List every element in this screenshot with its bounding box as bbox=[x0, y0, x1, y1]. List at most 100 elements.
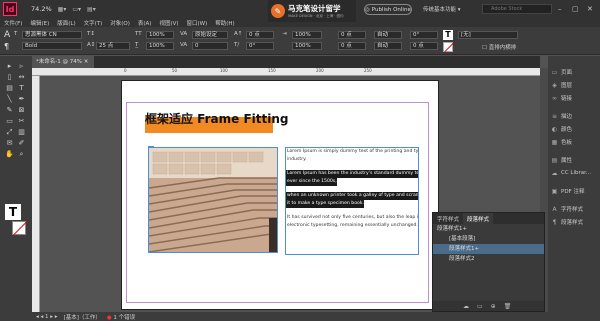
gap-tool-icon[interactable]: ↔ bbox=[17, 73, 26, 82]
text-line: when an unknown printer took a galley of… bbox=[286, 192, 418, 200]
close-icon[interactable]: ✕ bbox=[587, 5, 593, 13]
text-line: Lorem Ipsum is simply dummy text of the … bbox=[287, 149, 418, 154]
note-icon[interactable]: ✉ bbox=[5, 139, 14, 148]
style-row[interactable]: 段落样式2 bbox=[433, 254, 544, 264]
indent-field[interactable]: 100% bbox=[292, 31, 322, 39]
panel-item-pages[interactable]: ▭ 页面 bbox=[548, 66, 600, 78]
line-tool-icon[interactable]: ╲ bbox=[5, 95, 14, 104]
skew-field[interactable]: 0° bbox=[246, 42, 274, 50]
panel-item-label: 段落样式 bbox=[561, 220, 584, 226]
new-style-icon[interactable]: ⊕ bbox=[491, 303, 496, 310]
menu-item[interactable]: 版面(L) bbox=[57, 19, 75, 27]
menu-item[interactable]: 窗口(W) bbox=[187, 19, 208, 27]
delete-icon[interactable]: 🗑 bbox=[504, 303, 512, 310]
panel-item-stroke[interactable]: ≡ 描边 bbox=[548, 110, 600, 122]
frame-handle[interactable] bbox=[148, 146, 154, 148]
maximize-icon[interactable]: ▢ bbox=[572, 5, 579, 13]
content-collector-icon[interactable]: ▤ bbox=[5, 84, 14, 93]
vertical-scale-field[interactable]: 100% bbox=[146, 31, 174, 39]
style-row[interactable]: 段落样式1+ bbox=[433, 244, 544, 254]
leading-field[interactable]: 25 点 bbox=[96, 42, 130, 50]
horizontal-scale-field[interactable]: 100% bbox=[146, 42, 174, 50]
headline-text[interactable]: 框架适应 Frame Fitting bbox=[145, 110, 288, 127]
tracking-field[interactable]: 0 bbox=[192, 42, 228, 50]
tools-panel: ▸ ▹ ▯ ↔ ▤ T ╲ ✒ ✎ ⊠ ▭ ✂ ⤢ ▥ ✉ ✐ ✋ ⌕ T bbox=[0, 56, 32, 321]
para-styles-icon: ¶ bbox=[552, 218, 557, 226]
font-family-field[interactable]: 思源黑体 CN bbox=[22, 31, 82, 39]
screen-mode-icon[interactable]: ▭▾ bbox=[72, 6, 81, 13]
stroke-swatch-icon[interactable] bbox=[12, 221, 27, 236]
error-indicator[interactable]: ● 1 个错误 bbox=[107, 313, 135, 321]
style-row[interactable]: [基本段落] bbox=[433, 234, 544, 244]
minimize-icon[interactable]: – bbox=[558, 5, 562, 13]
panel-item-swatches[interactable]: ▦ 色板 bbox=[548, 136, 600, 148]
page-tool-icon[interactable]: ▯ bbox=[5, 73, 14, 82]
direct-select-icon[interactable]: ▹ bbox=[17, 62, 26, 71]
panel-item-label: 链接 bbox=[561, 96, 573, 102]
font-style-field[interactable]: Bold bbox=[22, 42, 82, 50]
zoom-level[interactable]: 74.2% bbox=[31, 5, 52, 13]
publish-online-button[interactable]: ◎ Publish Online bbox=[364, 4, 412, 15]
menu-item[interactable]: 文字(T) bbox=[84, 19, 103, 27]
menu-item[interactable]: 视图(V) bbox=[159, 19, 178, 27]
menu-item[interactable]: 编辑(E) bbox=[30, 19, 49, 27]
panel-item-attributes[interactable]: ▤ 属性 bbox=[548, 154, 600, 166]
panel-item-label: 描边 bbox=[561, 114, 573, 120]
rect-frame-icon[interactable]: ⊠ bbox=[17, 106, 26, 115]
menu-item[interactable]: 帮助(H) bbox=[215, 19, 234, 27]
language-field[interactable]: [无] bbox=[458, 31, 518, 39]
stroke-none-icon[interactable] bbox=[443, 42, 454, 53]
para-formatting-icon[interactable]: ¶ bbox=[4, 42, 9, 51]
text-frame[interactable]: Lorem Ipsum is simply dummy text of the … bbox=[285, 147, 419, 255]
rect-tool-icon[interactable]: ▭ bbox=[5, 117, 14, 126]
space-after-field[interactable]: 0 点 bbox=[338, 42, 366, 50]
stock-search-input[interactable]: Adobe Stock bbox=[482, 4, 552, 14]
scissors-icon[interactable]: ✂ bbox=[17, 117, 26, 126]
checkbox-label[interactable]: ☐ 直排内横排 bbox=[482, 43, 516, 51]
hand-tool-icon[interactable]: ✋ bbox=[5, 150, 14, 159]
workspace-switcher[interactable]: 传统基本功能 ▾ bbox=[423, 5, 461, 13]
document-tab[interactable]: *未命名-1 @ 74% ✕ bbox=[32, 56, 94, 68]
panel-item-layers[interactable]: ◈ 图层 bbox=[548, 79, 600, 91]
type-tool-icon[interactable]: T bbox=[17, 84, 26, 93]
pen-tool-icon[interactable]: ✒ bbox=[17, 95, 26, 104]
fill-t-icon[interactable]: T bbox=[443, 30, 453, 40]
menu-item[interactable]: 文件(F) bbox=[4, 19, 22, 27]
baseline-field[interactable]: 0 点 bbox=[246, 31, 274, 39]
transform-icon[interactable]: ⤢ bbox=[5, 128, 14, 137]
view-options-icon[interactable]: ▦▾ bbox=[58, 6, 67, 13]
fill-stroke-icon[interactable]: T bbox=[5, 204, 21, 220]
brand-logo-icon: ✎ bbox=[271, 4, 285, 18]
space-before-field[interactable]: 0 点 bbox=[338, 31, 366, 39]
text-line: Lorem Ipsum has been the industry's stan… bbox=[286, 170, 418, 178]
ruler-tick: 50 bbox=[172, 68, 178, 73]
zoom-tool-icon[interactable]: ⌕ bbox=[17, 150, 26, 159]
folder-icon[interactable]: ▭ bbox=[477, 303, 483, 310]
menu-item[interactable]: 表(A) bbox=[138, 19, 152, 27]
char-formatting-icon[interactable]: A bbox=[4, 30, 10, 40]
eyedropper-icon[interactable]: ✐ bbox=[17, 139, 26, 148]
indent2-field[interactable]: 100% bbox=[292, 42, 322, 50]
selection-tool-icon[interactable]: ▸ bbox=[5, 62, 14, 71]
pencil-tool-icon[interactable]: ✎ bbox=[5, 106, 14, 115]
arrange-icon[interactable]: ▤▾ bbox=[87, 6, 96, 13]
image-frame[interactable] bbox=[148, 147, 278, 253]
cloud-icon[interactable]: ☁ bbox=[463, 303, 469, 310]
panel-item-char-styles[interactable]: A 字符样式 bbox=[548, 203, 600, 215]
gradient-icon[interactable]: ▥ bbox=[17, 128, 26, 137]
auto2-field[interactable]: 自动 bbox=[374, 42, 402, 50]
tab-para-styles[interactable]: 段落样式 bbox=[463, 213, 494, 224]
kerning-field[interactable]: 原始设定 bbox=[192, 31, 228, 39]
panel-item-links[interactable]: ∞ 链接 bbox=[548, 92, 600, 104]
panel-item-para-styles[interactable]: ¶ 段落样式 bbox=[548, 216, 600, 228]
auto1-field[interactable]: 自动 bbox=[374, 31, 402, 39]
page-nav[interactable]: ◂ ◂ 1 ▸ ▸ bbox=[36, 314, 58, 320]
panel-item-label: 图层 bbox=[561, 83, 573, 89]
pt-field[interactable]: 0 点 bbox=[410, 42, 438, 50]
tab-char-styles[interactable]: 字符样式 bbox=[433, 213, 463, 224]
panel-item-cc-libraries[interactable]: ☁ CC Librar... bbox=[548, 167, 600, 179]
panel-item-pdf-comment[interactable]: ▣ PDF 注释 bbox=[548, 185, 600, 197]
rotate-field[interactable]: 0° bbox=[410, 31, 438, 39]
panel-item-color[interactable]: ◐ 颜色 bbox=[548, 123, 600, 135]
menu-item[interactable]: 对象(O) bbox=[110, 19, 130, 27]
